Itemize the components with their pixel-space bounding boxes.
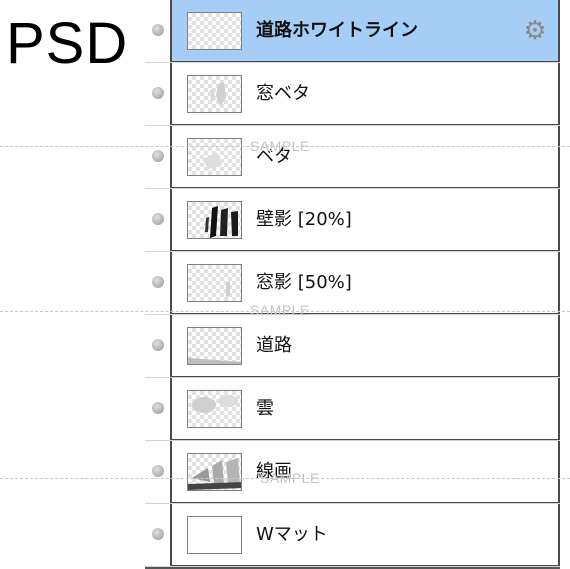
layers-panel: 道路ホワイトライン ⚙ 窓ベタ ベタ 壁影 [20%] 窓影 [50%] 道路 … xyxy=(145,0,560,569)
layer-row-road-white-line[interactable]: 道路ホワイトライン ⚙ xyxy=(145,0,560,62)
visibility-toggle[interactable] xyxy=(145,189,172,251)
layer-row-window-shadow[interactable]: 窓影 [50%] xyxy=(145,252,560,314)
layer-body[interactable]: 道路ホワイトライン ⚙ xyxy=(172,0,560,62)
visibility-dot-icon xyxy=(152,24,164,36)
visibility-toggle[interactable] xyxy=(145,63,172,125)
visibility-toggle[interactable] xyxy=(145,315,172,377)
layer-thumbnail xyxy=(187,327,242,365)
layer-row-wall-shadow[interactable]: 壁影 [20%] xyxy=(145,189,560,251)
thumbnail-art xyxy=(205,206,238,238)
layer-row-line-art[interactable]: 線画 xyxy=(145,441,560,503)
layer-thumbnail xyxy=(187,390,242,428)
visibility-toggle[interactable] xyxy=(145,441,172,503)
layer-thumbnail xyxy=(187,138,242,176)
watermark-text: SAMPLE xyxy=(250,302,310,318)
layer-name: 道路ホワイトライン xyxy=(256,20,418,41)
layer-thumbnail xyxy=(187,201,242,239)
layer-body[interactable]: ベタ xyxy=(172,126,560,188)
layer-thumbnail xyxy=(187,453,242,491)
layer-name: 道路 xyxy=(256,335,292,356)
visibility-dot-icon xyxy=(152,465,164,477)
watermark-text: SAMPLE xyxy=(250,138,310,154)
layer-name: 壁影 [20%] xyxy=(256,209,352,230)
visibility-toggle[interactable] xyxy=(145,126,172,188)
layer-body[interactable]: 壁影 [20%] xyxy=(172,189,560,251)
layer-name: 雲 xyxy=(256,398,274,419)
visibility-dot-icon xyxy=(152,402,164,414)
layer-row-white-matte[interactable]: Wマット xyxy=(145,504,560,566)
thumbnail-art xyxy=(210,82,226,106)
layer-thumbnail xyxy=(187,12,242,50)
thumbnail-art xyxy=(226,281,230,297)
visibility-dot-icon xyxy=(152,528,164,540)
layer-thumbnail xyxy=(187,264,242,302)
layer-row-window-fill[interactable]: 窓ベタ xyxy=(145,63,560,125)
layer-name: 窓ベタ xyxy=(256,83,310,104)
layer-row-fill[interactable]: ベタ xyxy=(145,126,560,188)
thumbnail-art xyxy=(188,358,241,364)
layer-body[interactable]: 窓影 [50%] xyxy=(172,252,560,314)
layer-thumbnail xyxy=(187,516,242,554)
psd-badge: PSD xyxy=(6,11,129,76)
visibility-toggle[interactable] xyxy=(145,0,172,62)
visibility-toggle[interactable] xyxy=(145,252,172,314)
watermark-text: SAMPLE xyxy=(260,470,320,486)
layer-body[interactable]: 雲 xyxy=(172,378,560,440)
thumbnail-art xyxy=(188,458,241,490)
visibility-toggle[interactable] xyxy=(145,378,172,440)
visibility-dot-icon xyxy=(152,276,164,288)
visibility-dot-icon xyxy=(152,339,164,351)
thumbnail-art xyxy=(192,395,238,413)
visibility-dot-icon xyxy=(152,213,164,225)
layer-row-road[interactable]: 道路 xyxy=(145,315,560,377)
layer-body[interactable]: 窓ベタ xyxy=(172,63,560,125)
visibility-toggle[interactable] xyxy=(145,504,172,566)
layer-name: ベタ xyxy=(256,146,292,167)
visibility-dot-icon xyxy=(152,87,164,99)
layer-body[interactable]: 線画 xyxy=(172,441,560,503)
thumbnail-art xyxy=(202,153,222,169)
gear-icon[interactable]: ⚙ xyxy=(522,18,548,44)
layer-row-cloud[interactable]: 雲 xyxy=(145,378,560,440)
visibility-dot-icon xyxy=(152,150,164,162)
layer-body[interactable]: 道路 xyxy=(172,315,560,377)
layer-body[interactable]: Wマット xyxy=(172,504,560,566)
layer-thumbnail xyxy=(187,75,242,113)
layer-name: Wマット xyxy=(256,524,328,545)
